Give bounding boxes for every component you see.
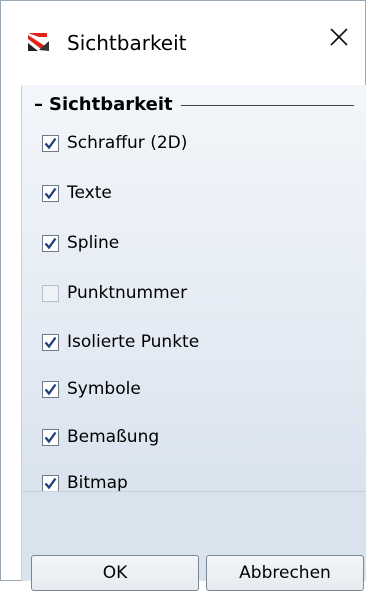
checkbox-label: Schraffur (2D) xyxy=(67,133,188,153)
checkmark-icon xyxy=(44,237,57,249)
window-title: Sichtbarkeit xyxy=(67,31,187,55)
checkbox-label: Punktnummer xyxy=(67,283,188,303)
checkbox-box[interactable] xyxy=(42,333,59,351)
ok-button[interactable]: OK xyxy=(31,555,199,591)
close-button[interactable] xyxy=(319,19,359,59)
checkmark-icon xyxy=(44,477,57,489)
checkbox-label: Bemaßung xyxy=(67,427,160,447)
checkbox-bemassung[interactable]: Bemaßung xyxy=(42,423,159,451)
checkbox-label: Spline xyxy=(67,233,120,253)
checkbox-box[interactable] xyxy=(42,474,59,492)
group-divider xyxy=(180,104,354,106)
group-collapse-dash[interactable]: – xyxy=(34,94,43,115)
dialog-window: Sichtbarkeit – Sichtbarkeit Schraffur (2… xyxy=(0,0,366,591)
title-bar[interactable]: Sichtbarkeit xyxy=(1,1,365,85)
checkmark-icon xyxy=(44,187,57,199)
options-panel: – Sichtbarkeit Schraffur (2D) Texte Spli… xyxy=(21,85,366,493)
checkbox-label: Bitmap xyxy=(67,473,128,493)
checkbox-spline[interactable]: Spline xyxy=(42,229,119,257)
app-logo-icon xyxy=(25,31,51,53)
group-title: Sichtbarkeit xyxy=(49,93,173,115)
checkbox-schraffur[interactable]: Schraffur (2D) xyxy=(42,129,187,157)
checkbox-texte[interactable]: Texte xyxy=(42,179,112,207)
checkmark-icon xyxy=(44,431,57,443)
checkbox-punktnummer[interactable]: Punktnummer xyxy=(42,279,187,307)
checkbox-label: Isolierte Punkte xyxy=(67,332,200,352)
checkbox-box[interactable] xyxy=(42,380,59,398)
checkmark-icon xyxy=(44,137,57,149)
checkbox-box[interactable] xyxy=(42,284,59,302)
checkbox-box[interactable] xyxy=(42,134,59,152)
checkbox-symbole[interactable]: Symbole xyxy=(42,375,141,403)
checkmark-icon xyxy=(44,336,57,348)
checkbox-isolierte-punkte[interactable]: Isolierte Punkte xyxy=(42,328,199,356)
checkbox-label: Texte xyxy=(67,183,112,203)
checkmark-icon xyxy=(44,383,57,395)
close-icon xyxy=(329,27,349,51)
checkbox-box[interactable] xyxy=(42,184,59,202)
checkbox-box[interactable] xyxy=(42,428,59,446)
group-header: – Sichtbarkeit xyxy=(34,91,354,117)
cancel-button[interactable]: Abbrechen xyxy=(206,555,364,591)
checkbox-label: Symbole xyxy=(67,379,141,399)
button-bar: OK Abbrechen xyxy=(21,491,366,591)
checkbox-box[interactable] xyxy=(42,234,59,252)
